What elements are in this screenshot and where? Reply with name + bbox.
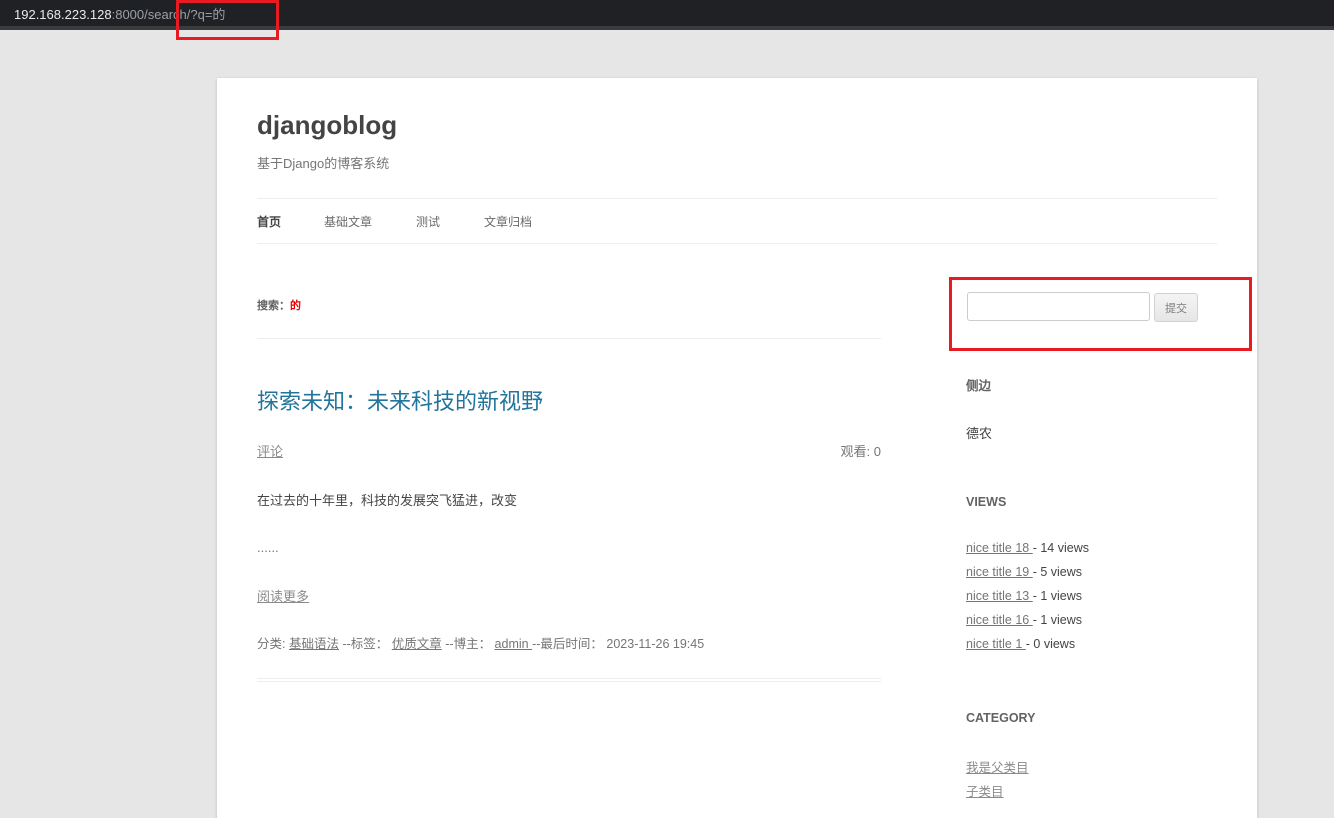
article-meta: 分类: 基础语法 --标签： 优质文章 --博主： admin --最后时间： … <box>257 633 704 652</box>
search-results-heading: 搜索：的 <box>257 297 301 313</box>
category-list: 我是父类目 子类目 <box>966 757 1029 805</box>
article-time: 2023-11-26 19:45 <box>606 637 705 651</box>
nav-item-home[interactable]: 首页 <box>257 213 281 230</box>
url-host: 192.168.223.128 <box>14 7 112 22</box>
tag-link[interactable]: 优质文章 <box>392 637 442 651</box>
divider <box>257 338 881 339</box>
article-views: 观看: 0 <box>840 444 881 459</box>
author-label: --博主： <box>441 637 495 651</box>
list-item: 我是父类目 <box>966 757 1029 781</box>
views-item-link[interactable]: nice title 18 <box>966 541 1033 555</box>
list-item: nice title 16 - 1 views <box>966 613 1089 637</box>
category-label: 分类: <box>257 637 289 651</box>
category-link[interactable]: 基础语法 <box>289 637 339 651</box>
article-title[interactable]: 探索未知：未来科技的新视野 <box>257 384 543 416</box>
list-item: nice title 19 - 5 views <box>966 565 1089 589</box>
author-link[interactable]: admin <box>495 637 533 651</box>
views-item-link[interactable]: nice title 1 <box>966 637 1026 651</box>
excerpt-ellipsis: ...... <box>257 540 279 555</box>
divider <box>257 681 881 682</box>
comments-link[interactable]: 评论 <box>257 441 283 460</box>
list-item: nice title 18 - 14 views <box>966 541 1089 565</box>
tag-label: --标签： <box>338 637 392 651</box>
site-description: 基于Django的博客系统 <box>257 156 390 171</box>
list-item: nice title 13 - 1 views <box>966 589 1089 613</box>
views-item-count: - 0 views <box>1025 637 1076 651</box>
url-text[interactable]: 192.168.223.128:8000/search/?q=的 <box>14 4 225 23</box>
search-label: 搜索： <box>257 300 290 312</box>
address-bar[interactable]: 192.168.223.128:8000/search/?q=的 <box>0 0 1334 30</box>
list-item: 子类目 <box>966 781 1029 805</box>
category-item-link[interactable]: 我是父类目 <box>966 761 1029 775</box>
widget-side-text: 德农 <box>966 426 993 441</box>
site-title[interactable]: djangoblog <box>257 110 397 141</box>
list-item: nice title 1 - 0 views <box>966 637 1089 661</box>
views-item-link[interactable]: nice title 13 <box>966 589 1033 603</box>
nav-item-archive[interactable]: 文章归档 <box>484 213 532 230</box>
views-item-link[interactable]: nice title 16 <box>966 613 1033 627</box>
widget-title-side: 侧边 <box>966 379 992 393</box>
views-item-count: - 5 views <box>1032 565 1083 579</box>
views-item-count: - 14 views <box>1032 541 1089 555</box>
widget-title-category: CATEGORY <box>966 711 1036 725</box>
nav-item-basic-articles[interactable]: 基础文章 <box>324 213 372 230</box>
views-list: nice title 18 - 14 views nice title 19 -… <box>966 541 1089 661</box>
page-container: djangoblog 基于Django的博客系统 首页 基础文章 测试 文章归档… <box>217 78 1257 818</box>
search-term: 的 <box>290 300 301 312</box>
views-item-link[interactable]: nice title 19 <box>966 565 1033 579</box>
widget-title-views: VIEWS <box>966 495 1007 509</box>
search-submit-button[interactable]: 提交 <box>1154 293 1198 322</box>
url-path: :8000/search/?q=的 <box>111 7 226 22</box>
main-navigation: 首页 基础文章 测试 文章归档 <box>257 198 1217 244</box>
views-item-count: - 1 views <box>1032 589 1083 603</box>
divider <box>257 678 881 679</box>
search-input[interactable] <box>967 292 1150 321</box>
read-more-link[interactable]: 阅读更多 <box>257 586 309 605</box>
views-item-count: - 1 views <box>1032 613 1083 627</box>
article-excerpt: 在过去的十年里，科技的发展突飞猛进，改变 <box>257 493 518 508</box>
time-label: --最后时间： <box>532 637 607 651</box>
category-item-link[interactable]: 子类目 <box>966 785 1004 799</box>
nav-item-test[interactable]: 测试 <box>416 213 440 230</box>
